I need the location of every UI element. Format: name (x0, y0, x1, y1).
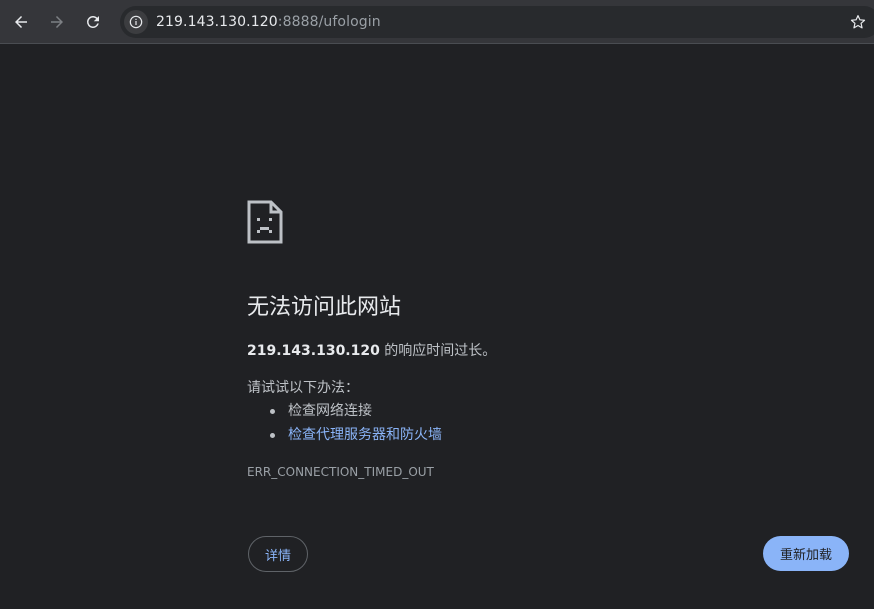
url-text[interactable]: 219.143.130.120:8888/ufologin (156, 14, 381, 30)
url-path: :8888/ufologin (277, 14, 381, 30)
suggestions-heading: 请试试以下办法： (247, 380, 359, 396)
error-description: 219.143.130.120 的响应时间过长。 (247, 340, 496, 360)
address-bar[interactable]: 219.143.130.120:8888/ufologin (120, 6, 874, 38)
error-description-text: 的响应时间过长。 (379, 343, 497, 359)
star-icon (850, 15, 866, 29)
suggestion-check-proxy-link[interactable]: 检查代理服务器和防火墙 (270, 423, 442, 447)
arrow-right-icon (51, 16, 63, 28)
back-button[interactable] (5, 6, 37, 38)
suggestion-check-network: 检查网络连接 (270, 399, 442, 423)
url-host: 219.143.130.120 (156, 14, 278, 30)
forward-button[interactable] (41, 6, 73, 38)
arrow-left-icon (15, 16, 27, 28)
browser-toolbar: 219.143.130.120:8888/ufologin (0, 0, 874, 44)
reload-button[interactable] (77, 6, 109, 38)
suggestions-list: 检查网络连接 检查代理服务器和防火墙 (270, 399, 442, 447)
site-info-button[interactable] (124, 10, 148, 34)
error-code: ERR_CONNECTION_TIMED_OUT (247, 465, 434, 479)
sad-page-icon (247, 200, 283, 244)
error-host: 219.143.130.120 (247, 343, 380, 359)
info-icon (129, 15, 143, 29)
error-page: 无法访问此网站 219.143.130.120 的响应时间过长。 请试试以下办法… (0, 45, 874, 609)
details-button[interactable]: 详情 (248, 536, 308, 572)
error-title: 无法访问此网站 (247, 295, 402, 320)
reload-page-button[interactable]: 重新加载 (763, 536, 849, 571)
bookmark-button[interactable] (848, 12, 868, 32)
reload-icon (86, 15, 99, 28)
